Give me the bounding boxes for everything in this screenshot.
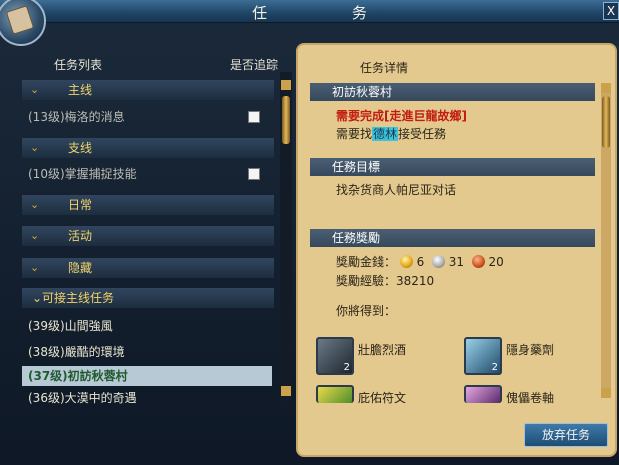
quest-item-label: (36级)大漠中的奇遇 [28,392,137,404]
gold-coin-icon [399,255,413,268]
gold-amount: 6 [416,255,425,269]
available-quest-2[interactable]: (37级)初訪秋蓉村 [22,366,272,386]
quest-title-band: 初訪秋蓉村 [310,83,595,101]
accept-prefix: 需要找 [336,127,373,141]
wine-icon[interactable]: 2 [316,337,354,375]
category-event[interactable]: ⌄ 活动 [22,226,274,246]
list-scroll-thumb[interactable] [282,96,290,144]
chevron-down-icon: ⌄ [30,83,40,96]
rune-icon[interactable] [316,385,354,403]
copper-coin-icon [471,255,485,268]
detail-header: 任务详情 [360,61,409,75]
category-hidden[interactable]: ⌄ 隐藏 [22,258,274,278]
title-bar[interactable]: 任 务 [0,0,619,23]
quest-item-side-0[interactable]: (10级)掌握捕捉技能 [22,164,274,184]
category-main[interactable]: ⌄ 主线 [22,80,274,100]
potion-icon[interactable]: 2 [464,337,502,375]
category-daily[interactable]: ⌄ 日常 [22,195,274,215]
quest-title: 初訪秋蓉村 [332,85,393,99]
chevron-down-icon: ⌄ [30,229,40,242]
goal-title: 任務目標 [332,160,381,174]
reward-exp-line: 獎勵經驗：38210 [336,272,434,289]
detail-scroll-thumb[interactable] [602,96,610,148]
quest-book-icon [0,0,46,46]
reward-label: 隱身藥劑 [506,343,555,357]
quest-item-main-0[interactable]: (13级)梅洛的消息 [22,107,274,127]
goal-band: 任務目標 [310,158,595,176]
quest-item-label: (13级)梅洛的消息 [28,110,125,124]
reward-count: 2 [343,362,350,373]
category-side[interactable]: ⌄ 支线 [22,138,274,158]
scroll-icon[interactable] [464,385,502,403]
reward-band: 任務獎勵 [310,229,595,247]
category-label: ⌄可接主线任务 [32,291,115,305]
category-label: 主线 [68,83,93,97]
category-label: 活动 [68,229,93,243]
category-label: 隐藏 [68,261,93,275]
accept-suffix: 接受任務 [398,127,447,141]
track-checkbox[interactable] [248,111,260,123]
category-label: 支线 [68,141,93,155]
scroll-up-arrow-icon[interactable] [601,83,611,93]
reward-money-line: 獎勵金錢： 6 31 20 [336,253,504,270]
quest-item-label: (10级)掌握捕捉技能 [28,167,137,181]
reward-title: 任務獎勵 [332,231,381,245]
accept-line: 需要找德林接受任務 [336,125,446,142]
track-checkbox[interactable] [248,168,260,180]
requirement-text: 需要完成[走進巨龍故鄉] [336,109,467,123]
reward-exp-label: 獎勵經驗： [336,274,397,288]
available-quest-1[interactable]: (38级)嚴酷的環境 [22,342,274,362]
scroll-down-arrow-icon[interactable] [601,388,611,398]
close-button[interactable]: X [603,2,619,20]
silver-coin-icon [431,255,445,268]
quest-item-label: (37级)初訪秋蓉村 [28,369,128,383]
category-label: 日常 [68,198,93,212]
scroll-up-arrow-icon[interactable] [281,80,291,90]
goal-text: 找杂货商人帕尼亚对话 [336,183,457,197]
abandon-quest-button[interactable]: 放弃任务 [524,423,608,447]
reward-count: 2 [491,362,498,373]
available-quest-3[interactable]: (36级)大漠中的奇遇 [22,392,274,404]
chevron-down-icon: ⌄ [30,198,40,211]
quest-item-label: (39级)山間強風 [28,319,113,333]
quest-detail-panel: 任务详情 初訪秋蓉村 需要完成[走進巨龍故鄉] 需要找德林接受任務 任務目標 找… [296,43,617,457]
reward-money-label: 獎勵金錢： [336,255,397,269]
quest-window: 任 务 X 任务列表 是否追踪 ⌄ 主线 (13级)梅洛的消息 ⌄ 支线 (10… [0,0,619,465]
reward-label: 壯膽烈酒 [358,343,407,357]
silver-amount: 31 [448,255,465,269]
window-title: 任 务 [252,4,407,22]
quest-list-header: 任务列表 [54,58,103,72]
chevron-down-icon: ⌄ [30,261,40,274]
copper-amount: 20 [488,255,504,269]
category-available-main[interactable]: ⌄可接主线任务 [22,288,274,308]
scroll-down-arrow-icon[interactable] [281,386,291,396]
npc-link[interactable]: 德林 [372,127,399,141]
available-quest-0[interactable]: (39级)山間強風 [22,316,274,336]
reward-exp-value: 38210 [396,274,435,288]
reward-label: 傀儡卷軸 [506,391,555,405]
reward-label: 庇佑符文 [358,391,407,405]
chevron-down-icon: ⌄ [30,141,40,154]
quest-item-label: (38级)嚴酷的環境 [28,345,125,359]
tracking-header: 是否追踪 [230,58,279,72]
you-get-label: 你將得到： [336,304,397,318]
